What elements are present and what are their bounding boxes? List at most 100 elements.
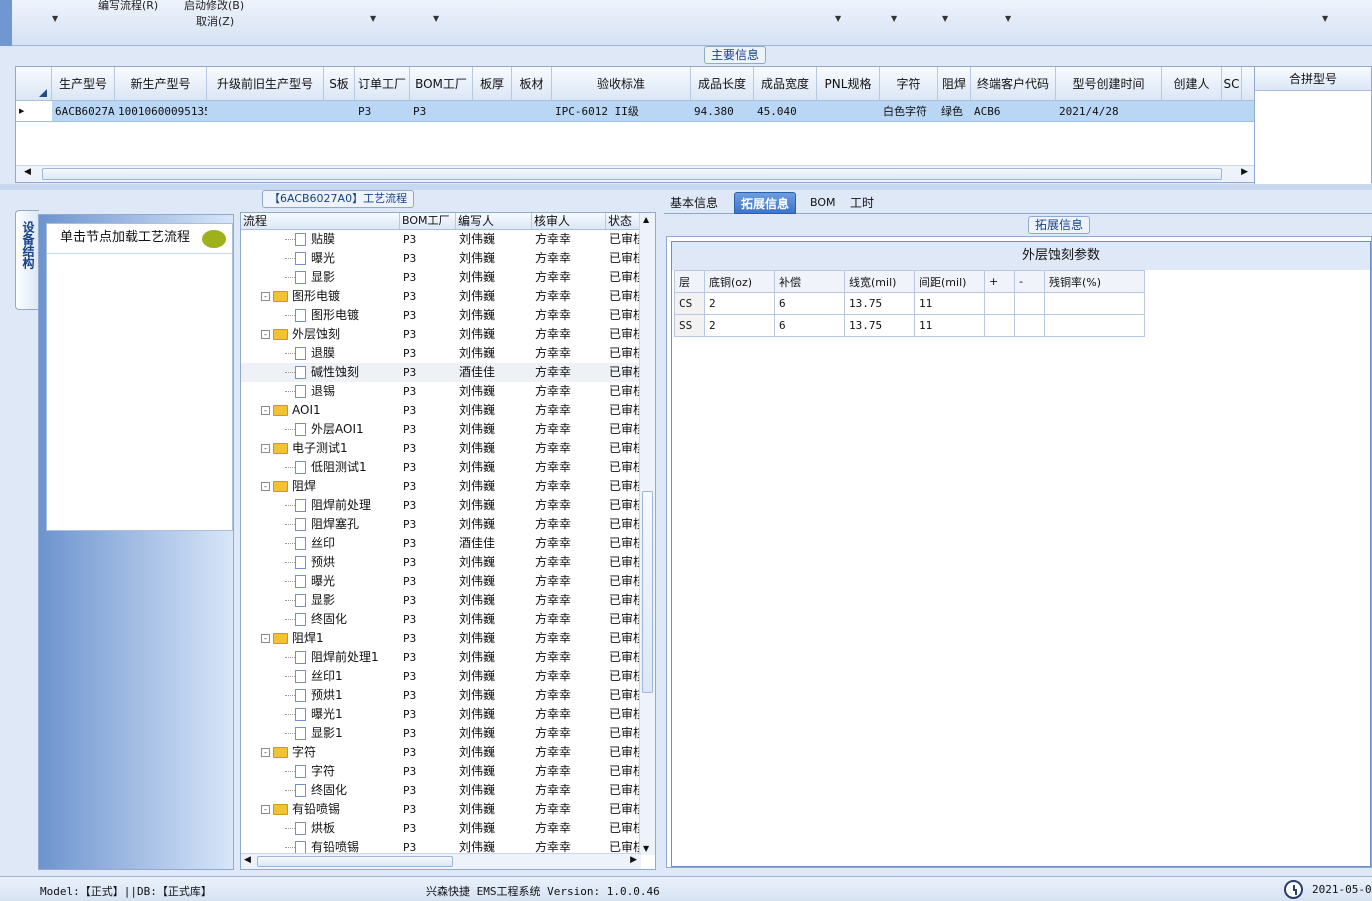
column-header[interactable]: 字符 [880,67,938,100]
tab-equipment-structure[interactable]: 设备结构 [15,210,39,310]
scroll-left-icon[interactable]: ◀ [244,855,251,865]
grid-cell[interactable]: 6ACB6027A0 [52,101,115,121]
grid-cell[interactable]: 白色字符 [880,101,938,121]
tree-row[interactable]: - AOI1 P3 刘伟巍 方幸幸 已审核 [241,401,641,420]
column-header[interactable]: SC [1222,67,1242,100]
tree-node[interactable]: 预烘 [241,553,400,572]
grid-cell[interactable]: IPC-6012 II级 [552,101,691,121]
tree-row[interactable]: - 电子测试1 P3 刘伟巍 方幸幸 已审核 [241,439,641,458]
scroll-thumb[interactable] [642,491,653,693]
tree-node[interactable]: 退膜 [241,344,400,363]
grid-cell[interactable]: P3 [355,101,410,121]
tree-node[interactable]: 显影1 [241,724,400,743]
column-header[interactable]: 阻焊 [938,67,971,100]
tree-row[interactable]: 外层AOI1 P3 刘伟巍 方幸幸 已审核 [241,420,641,439]
tree-row[interactable]: - 阻焊 P3 刘伟巍 方幸幸 已审核 [241,477,641,496]
param-cell[interactable] [1044,314,1145,337]
param-cell[interactable]: 2 [704,314,775,337]
tree-row[interactable]: 阻焊前处理 P3 刘伟巍 方幸幸 已审核 [241,496,641,515]
tree-horizontal-scrollbar[interactable]: ◀ ▶ [241,853,641,869]
tree-node[interactable]: 显影 [241,268,400,287]
tree-vertical-scrollbar[interactable]: ▲ ▼ [639,213,655,855]
grid-cell[interactable] [817,101,880,121]
collapse-icon[interactable]: - [261,482,270,491]
tree-node[interactable]: 显影 [241,591,400,610]
param-cell[interactable] [984,314,1015,337]
cancel-button[interactable]: 取消(Z) [196,13,234,29]
grid-cell[interactable] [473,101,512,121]
tree-node[interactable]: 字符 [241,762,400,781]
param-cell[interactable]: 11 [914,292,985,315]
tree-row[interactable]: 终固化 P3 刘伟巍 方幸幸 已审核 [241,781,641,800]
tree-column-header[interactable]: 编写人 [456,213,532,229]
tab-extended-info[interactable]: 拓展信息 [734,192,797,214]
column-header[interactable]: BOM工厂 [410,67,473,100]
scroll-thumb[interactable] [257,856,453,867]
tree-row[interactable]: 阻焊前处理1 P3 刘伟巍 方幸幸 已审核 [241,648,641,667]
tab-work-hours[interactable]: 工时 [844,192,880,214]
tab-bom[interactable]: BOM [804,192,842,214]
column-header[interactable]: 生产型号 [52,67,115,100]
tree-row[interactable]: - 有铅喷锡 P3 刘伟巍 方幸幸 已审核 [241,800,641,819]
param-row[interactable]: SS 2 6 13.75 11 [674,314,1145,337]
grid-cell[interactable]: 45.040 [754,101,817,121]
param-cell[interactable] [1044,292,1145,315]
collapse-icon[interactable]: - [261,444,270,453]
row-indicator[interactable]: ▶ [16,101,52,121]
tree-node[interactable]: 丝印1 [241,667,400,686]
collapse-icon[interactable]: - [261,634,270,643]
tree-node[interactable]: 外层AOI1 [241,420,400,439]
tree-node[interactable]: 阻焊前处理 [241,496,400,515]
layer-cell[interactable]: CS [674,292,705,315]
scroll-down-icon[interactable]: ▼ [643,844,649,853]
scroll-right-icon[interactable]: ▶ [630,855,637,865]
tree-node[interactable]: 丝印 [241,534,400,553]
param-cell[interactable]: 2 [704,292,775,315]
tree-node[interactable]: 曝光 [241,249,400,268]
grid-cell[interactable]: 10010600095135 [115,101,207,121]
scroll-up-icon[interactable]: ▲ [643,215,649,224]
tree-node[interactable]: - 阻焊1 [241,629,400,648]
grid-cell[interactable]: 94.380 [691,101,754,121]
tree-node[interactable]: 曝光1 [241,705,400,724]
grid-cell[interactable]: ACB6 [971,101,1056,121]
collapse-icon[interactable]: - [261,406,270,415]
tree-row[interactable]: 显影 P3 刘伟巍 方幸幸 已审核 [241,268,641,287]
collapse-icon[interactable]: - [261,748,270,757]
param-cell[interactable]: 13.75 [844,314,915,337]
tree-row[interactable]: - 阻焊1 P3 刘伟巍 方幸幸 已审核 [241,629,641,648]
tree-column-header[interactable]: 状态 [606,213,641,229]
tree-row[interactable]: 终固化 P3 刘伟巍 方幸幸 已审核 [241,610,641,629]
grid-cell[interactable] [207,101,324,121]
param-row[interactable]: CS 2 6 13.75 11 [674,292,1145,315]
column-header[interactable]: 成品长度 [691,67,754,100]
column-header[interactable]: 创建人 [1162,67,1222,100]
column-header[interactable]: 型号创建时间 [1056,67,1162,100]
tree-node[interactable]: 退锡 [241,382,400,401]
tree-row[interactable]: 丝印 P3 酒佳佳 方幸幸 已审核 [241,534,641,553]
column-header[interactable]: PNL规格 [817,67,880,100]
tree-row[interactable]: 贴膜 P3 刘伟巍 方幸幸 已审核 [241,230,641,249]
param-cell[interactable]: 6 [774,314,845,337]
tree-row[interactable]: 碱性蚀刻 P3 酒佳佳 方幸幸 已审核 [241,363,641,382]
tree-column-header[interactable]: 核审人 [532,213,606,229]
tree-node[interactable]: 曝光 [241,572,400,591]
tree-node[interactable]: - 阻焊 [241,477,400,496]
start-modify-button[interactable]: 启动修改(B) [184,0,244,13]
tree-row[interactable]: - 图形电镀 P3 刘伟巍 方幸幸 已审核 [241,287,641,306]
tree-node[interactable]: 阻焊塞孔 [241,515,400,534]
tree-row[interactable]: - 字符 P3 刘伟巍 方幸幸 已审核 [241,743,641,762]
tree-node[interactable]: 预烘1 [241,686,400,705]
param-cell[interactable] [1014,314,1045,337]
tree-node[interactable]: 阻焊前处理1 [241,648,400,667]
grid-cell[interactable] [512,101,552,121]
collapse-icon[interactable]: - [261,330,270,339]
grid-cell[interactable] [1162,101,1222,121]
column-header[interactable]: 成品宽度 [754,67,817,100]
tree-row[interactable]: 曝光 P3 刘伟巍 方幸幸 已审核 [241,249,641,268]
tree-node[interactable]: - 电子测试1 [241,439,400,458]
column-header[interactable]: 终端客户代码 [971,67,1056,100]
tree-column-header[interactable]: BOM工厂 [400,213,456,229]
scroll-left-icon[interactable]: ◀ [24,167,31,177]
scroll-right-icon[interactable]: ▶ [1241,167,1248,177]
